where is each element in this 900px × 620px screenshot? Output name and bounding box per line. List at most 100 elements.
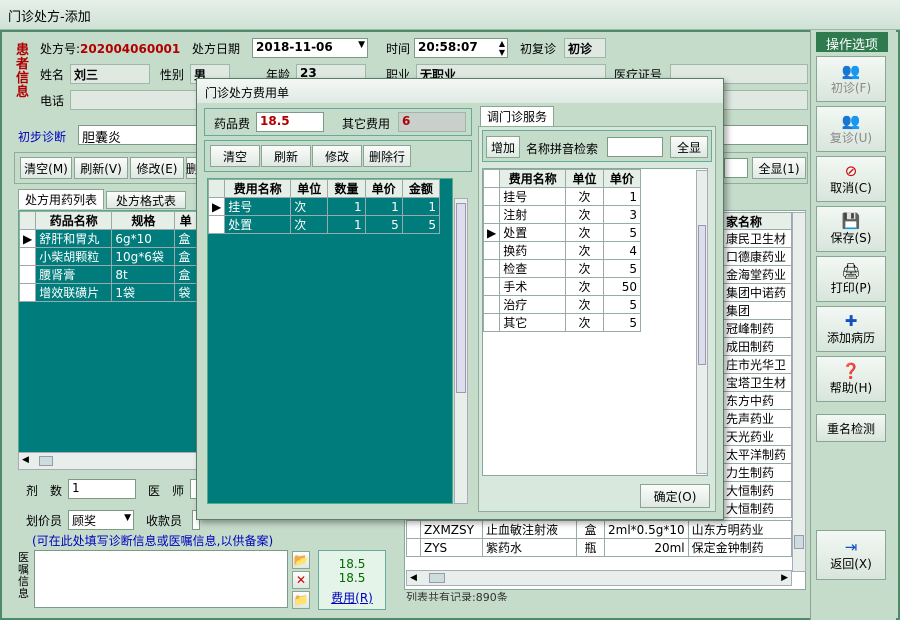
drug-fee-field[interactable]: 18.5: [256, 112, 324, 132]
service-table-vscrollbar[interactable]: [696, 170, 708, 474]
duplicate-name-check-button[interactable]: 重名检测: [816, 414, 886, 442]
service-show-all-button[interactable]: 全显: [670, 136, 708, 158]
time-spinner[interactable]: 20:58:07 ▲ ▼: [414, 38, 508, 58]
help-button[interactable]: ❓ 帮助(H): [816, 356, 886, 402]
visit-type-label: 初复诊: [520, 42, 557, 56]
exit-button[interactable]: ⇥ 返回(X): [816, 530, 886, 580]
cell: 5: [602, 223, 642, 242]
vendor-cell[interactable]: 集团中诺药: [722, 284, 792, 302]
vendor-cell[interactable]: 大恒制药: [722, 482, 792, 500]
tab-rx-format[interactable]: 处方格式表: [106, 191, 186, 209]
cancel-button[interactable]: ⊘ 取消(C): [816, 156, 886, 202]
vendor-cell[interactable]: 太平洋制药: [722, 446, 792, 464]
clear-button[interactable]: 清空(M): [20, 157, 72, 179]
table-row[interactable]: 其它次 5: [482, 313, 642, 332]
cell: 次: [565, 313, 604, 332]
save-label: 保存(S): [830, 230, 872, 245]
chevron-right-icon[interactable]: ▶: [781, 573, 788, 583]
save-button[interactable]: 💾 保存(S): [816, 206, 886, 252]
edit-button[interactable]: 修改(E): [130, 157, 184, 179]
table-row[interactable]: ▶ 挂号次 1 1 1: [207, 197, 441, 216]
table-row[interactable]: ZYS 紫药水瓶 20ml 保定金钟制药: [406, 538, 793, 557]
vendor-cell[interactable]: 庄市光华卫: [722, 356, 792, 374]
table-row[interactable]: 手术次 50: [482, 277, 642, 296]
vendor-cell[interactable]: 康民卫生材: [722, 230, 792, 248]
filter-input[interactable]: [724, 158, 748, 178]
vendor-cell[interactable]: 冠峰制药: [722, 320, 792, 338]
pricer-select[interactable]: 顾奖 ▼: [68, 510, 134, 530]
scroll-thumb[interactable]: [429, 573, 445, 583]
show-all-button[interactable]: 全显(1): [752, 157, 806, 179]
scroll-thumb[interactable]: [39, 456, 53, 466]
chevron-left-icon[interactable]: ◀: [410, 573, 417, 583]
printer-icon: 🖨: [841, 261, 861, 280]
table-row[interactable]: 增效联磺片 1袋袋: [18, 283, 197, 302]
table-row[interactable]: ▶ 舒肝和胃丸 6g*10 盒: [18, 229, 197, 248]
table-row[interactable]: 治疗次 5: [482, 295, 642, 314]
spin-icon[interactable]: ▲ ▼: [499, 39, 505, 57]
open-folder-icon[interactable]: 📂: [292, 551, 310, 569]
vendor-cell[interactable]: 宝塔卫生材: [722, 374, 792, 392]
add-service-button[interactable]: 增加: [486, 136, 520, 158]
folder-icon[interactable]: 📁: [292, 591, 310, 609]
advice-hint: (可在此处填写诊断信息或医嘱信息,以供备案): [32, 534, 274, 548]
drug-list-hscrollbar[interactable]: ◀: [18, 452, 198, 470]
name-field[interactable]: 刘三: [70, 64, 150, 84]
vendor-cell[interactable]: 先声药业: [722, 410, 792, 428]
table-row[interactable]: ▶ 处置次 5: [482, 223, 642, 242]
table-row[interactable]: ZXMZSY 止血敏注射液盒 2ml*0.5g*10 山东方明药业: [406, 520, 793, 539]
add-record-button[interactable]: ✚ 添加病历: [816, 306, 886, 352]
cell: 次: [565, 223, 604, 242]
vendor-cell[interactable]: 口德康药业: [722, 248, 792, 266]
catalog-hscrollbar[interactable]: ◀ ▶: [406, 570, 792, 586]
table-row[interactable]: 换药次 4: [482, 241, 642, 260]
cell: 注射: [499, 205, 567, 224]
col-vendor-header: 家名称: [722, 212, 792, 230]
dose-input[interactable]: 1: [68, 479, 136, 499]
fee-delete-row-button[interactable]: 删除行: [363, 145, 411, 167]
table-row[interactable]: 检查次 5: [482, 259, 642, 278]
scroll-thumb[interactable]: [456, 203, 466, 393]
fee-table-vscrollbar[interactable]: [454, 198, 468, 504]
scroll-thumb[interactable]: [698, 225, 706, 365]
tab-service[interactable]: 调门诊服务: [480, 106, 554, 126]
fee-table: 费用名称 单位 数量 单价 金额 ▶ 挂号次 1 1 1 处置次 1 5 5: [207, 179, 441, 234]
refresh-button[interactable]: 刷新(V): [74, 157, 128, 179]
vendor-cell[interactable]: 天光药业: [722, 428, 792, 446]
table-row[interactable]: 挂号次 1: [482, 187, 642, 206]
fee-edit-button[interactable]: 修改: [312, 145, 362, 167]
cell: 紫药水: [482, 538, 577, 557]
vendor-cell[interactable]: 金海堂药业: [722, 266, 792, 284]
fee-refresh-button[interactable]: 刷新: [261, 145, 311, 167]
exit-icon: ⇥: [844, 537, 858, 556]
vendor-cell[interactable]: 大恒制药: [722, 500, 792, 518]
first-visit-button[interactable]: 👥 初诊(F): [816, 56, 886, 102]
pinyin-search-input[interactable]: [607, 137, 663, 157]
chevron-down-icon[interactable]: ▼: [124, 513, 131, 523]
scroll-thumb[interactable]: [794, 535, 804, 549]
print-label: 打印(P): [830, 280, 872, 295]
cell: 小柴胡颗粒: [35, 247, 113, 266]
tab-drug-list[interactable]: 处方用药列表: [18, 189, 104, 209]
fee-button[interactable]: 费用(R): [319, 589, 385, 606]
fee-clear-button[interactable]: 清空: [210, 145, 260, 167]
chevron-down-icon[interactable]: ▼: [358, 40, 365, 50]
table-row[interactable]: 处置次 1 5 5: [207, 215, 441, 234]
cell: 次: [565, 277, 604, 296]
chevron-left-icon[interactable]: ◀: [22, 455, 29, 465]
revisit-button[interactable]: 👥 复诊(U): [816, 106, 886, 152]
vendor-cell[interactable]: 东方中药: [722, 392, 792, 410]
delete-x-icon[interactable]: ✕: [292, 571, 310, 589]
vendor-cell[interactable]: 成田制药: [722, 338, 792, 356]
vendor-cell[interactable]: 集团: [722, 302, 792, 320]
advice-textarea[interactable]: [34, 550, 288, 608]
table-row[interactable]: 注射次 3: [482, 205, 642, 224]
print-button[interactable]: 🖨 打印(P): [816, 256, 886, 302]
table-row[interactable]: 小柴胡颗粒 10g*6袋盒: [18, 247, 197, 266]
table-row[interactable]: 腰肾膏 8t 盒: [18, 265, 197, 284]
cell: 其它: [499, 313, 567, 332]
rx-date-picker[interactable]: 2018-11-06 ▼: [252, 38, 368, 58]
ok-button[interactable]: 确定(O): [640, 484, 710, 508]
catalog-vscrollbar[interactable]: [792, 212, 806, 572]
vendor-cell[interactable]: 力生制药: [722, 464, 792, 482]
